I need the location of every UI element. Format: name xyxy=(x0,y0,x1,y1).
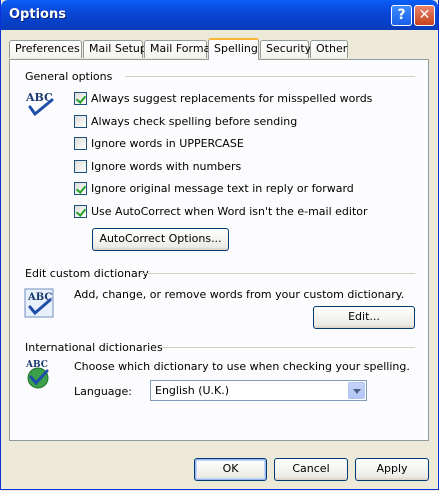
globe-abc-icon: ABC xyxy=(25,360,49,389)
general-options-label: General options xyxy=(25,70,113,83)
help-icon: ? xyxy=(397,7,406,23)
checkbox[interactable] xyxy=(74,160,87,173)
option-label: Ignore words in UPPERCASE xyxy=(91,137,244,150)
close-icon: ✕ xyxy=(418,7,431,23)
tab-spelling[interactable]: Spelling xyxy=(208,38,259,60)
language-value: English (U.K.) xyxy=(155,384,230,397)
checkbox[interactable] xyxy=(74,137,87,150)
custom-dictionary-divider xyxy=(140,273,415,274)
custom-dictionary-description: Add, change, or remove words from your c… xyxy=(74,288,405,301)
spelling-abc-icon: ABC xyxy=(25,91,54,117)
option-label: Always check spelling before sending xyxy=(91,115,298,128)
edit-dictionary-button[interactable]: Edit... xyxy=(313,306,415,329)
help-button[interactable]: ? xyxy=(391,5,412,26)
autocorrect-options-button[interactable]: AutoCorrect Options... xyxy=(92,228,229,251)
international-dictionaries-label: International dictionaries xyxy=(25,341,163,354)
spelling-panel: General options ABC Always suggest repla… xyxy=(9,59,429,441)
tab-security[interactable]: Security xyxy=(260,40,311,58)
checkbox[interactable] xyxy=(74,182,87,195)
window-title: Options xyxy=(9,7,66,22)
checkbox[interactable] xyxy=(74,205,87,218)
ok-button[interactable]: OK xyxy=(194,458,267,481)
chevron-down-icon[interactable] xyxy=(348,382,365,399)
checkbox[interactable] xyxy=(74,92,87,105)
language-label: Language: xyxy=(74,385,132,398)
title-bar[interactable]: Options ? ✕ xyxy=(1,0,438,30)
general-divider xyxy=(125,76,415,77)
option-label: Use AutoCorrect when Word isn't the e-ma… xyxy=(91,205,368,218)
tab-mail-format[interactable]: Mail Format xyxy=(144,40,215,58)
international-description: Choose which dictionary to use when chec… xyxy=(74,360,410,373)
checkbox[interactable] xyxy=(74,115,87,128)
option-label: Ignore words with numbers xyxy=(91,160,242,173)
option-label: Ignore original message text in reply or… xyxy=(91,182,354,195)
apply-button[interactable]: Apply xyxy=(355,458,429,481)
tab-preferences[interactable]: Preferences xyxy=(9,40,82,58)
tab-other[interactable]: Other xyxy=(310,40,348,58)
custom-dictionary-label: Edit custom dictionary xyxy=(25,267,149,280)
option-label: Always suggest replacements for misspell… xyxy=(91,92,373,105)
close-button[interactable]: ✕ xyxy=(414,5,435,26)
cancel-button[interactable]: Cancel xyxy=(274,458,348,481)
tab-mail-setup[interactable]: Mail Setup xyxy=(83,40,147,58)
international-divider xyxy=(160,347,415,348)
dictionary-book-icon: ABC xyxy=(24,288,54,318)
options-dialog: Options ? ✕ Preferences Mail Setup Mail … xyxy=(0,0,439,490)
language-dropdown[interactable]: English (U.K.) xyxy=(150,380,367,401)
